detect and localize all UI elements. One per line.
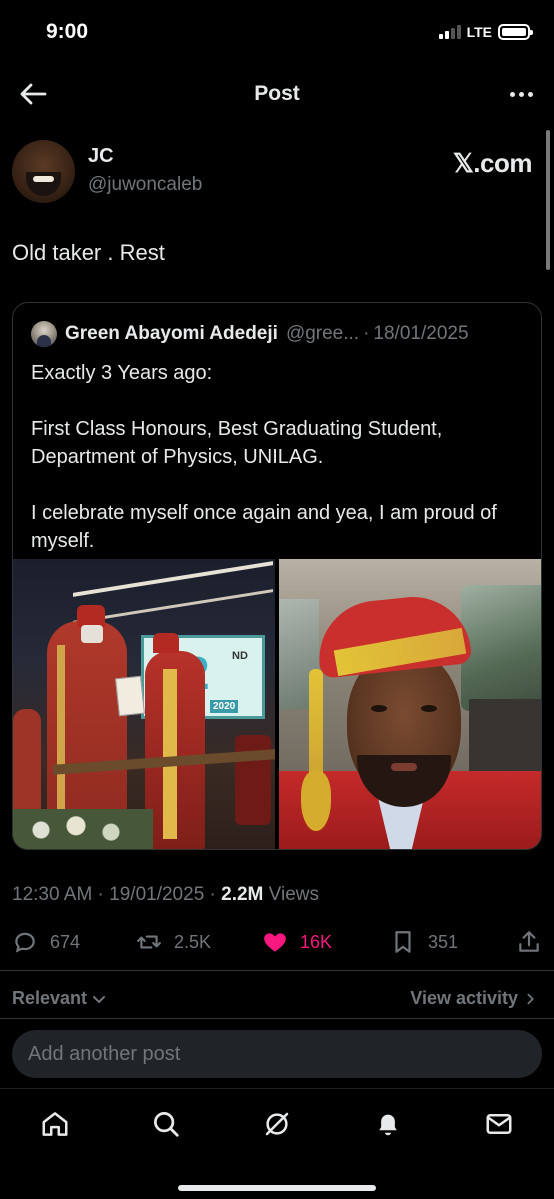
views-label: Views — [263, 884, 320, 905]
battery-icon — [498, 24, 533, 40]
reply-count: 674 — [50, 931, 81, 952]
nav-home[interactable] — [38, 1107, 72, 1141]
author-avatar[interactable] — [12, 140, 75, 203]
share-button[interactable] — [516, 926, 542, 958]
author-handle[interactable]: @juwoncaleb — [88, 174, 202, 196]
signal-icon — [438, 25, 461, 39]
quote-author-handle: @gree... — [285, 323, 360, 344]
network-label: LTE — [466, 24, 492, 40]
quote-paragraph: First Class Honours, Best Graduating Stu… — [31, 418, 443, 468]
post-timestamp: 12:30 AM · 19/01/2025 · — [12, 884, 222, 905]
author-name[interactable]: JC — [88, 145, 114, 168]
quote-avatar — [31, 321, 57, 347]
like-button[interactable]: 16K — [262, 926, 332, 958]
heart-icon — [264, 933, 286, 952]
view-activity-link[interactable]: View activity — [410, 988, 538, 1009]
bookmark-button[interactable]: 351 — [390, 926, 458, 958]
page-title: Post — [254, 82, 300, 105]
banner-year: 2020 — [210, 700, 239, 713]
more-icon[interactable] — [506, 80, 536, 108]
quote-paragraph: Exactly 3 Years ago: — [31, 362, 213, 384]
nav-search[interactable] — [149, 1107, 183, 1141]
chevron-right-icon — [527, 993, 534, 1004]
back-arrow-icon[interactable] — [18, 80, 48, 108]
status-indicators: LTE — [438, 24, 533, 40]
divider — [0, 1018, 554, 1019]
home-icon — [42, 1112, 68, 1136]
reply-input[interactable]: Add another post — [12, 1030, 542, 1078]
quote-text: Exactly 3 Years ago: First Class Honours… — [31, 359, 527, 555]
bookmark-count: 351 — [428, 931, 459, 952]
views-count: 2.2M — [221, 884, 264, 905]
post-text: Old taker . Rest — [12, 240, 165, 265]
nav-notifications[interactable] — [371, 1107, 405, 1141]
action-bar: 674 2.5K 16K 351 — [12, 926, 542, 958]
messages-icon — [486, 1114, 512, 1134]
banner-suffix: ND — [232, 650, 248, 662]
post-detail: JC @juwoncaleb 𝕏.com Old taker . Rest Gr… — [0, 122, 554, 1088]
sort-dropdown[interactable]: Relevant — [12, 988, 107, 1009]
home-indicator[interactable] — [178, 1185, 376, 1191]
share-icon — [519, 931, 539, 952]
status-time: 9:00 — [46, 20, 89, 43]
view-activity-label: View activity — [410, 988, 518, 1008]
convocation-photo[interactable]: 2 ND 2020 — [13, 559, 275, 849]
reply-button[interactable]: 674 — [12, 926, 80, 958]
top-bar: Post — [0, 66, 554, 122]
grok-icon — [265, 1112, 289, 1136]
bookmark-icon — [395, 931, 411, 953]
post-author: JC @juwoncaleb 𝕏.com — [12, 140, 538, 206]
nav-grok[interactable] — [260, 1107, 294, 1141]
quote-header: Green Abayomi Adedeji @gree... · 18/01/2… — [31, 319, 529, 349]
divider — [0, 970, 554, 971]
scrollbar[interactable] — [546, 130, 550, 270]
post-meta: 12:30 AM · 19/01/2025 · 2.2M Views — [12, 884, 319, 906]
reply-placeholder: Add another post — [28, 1042, 181, 1065]
search-icon — [154, 1112, 179, 1137]
quote-date: 18/01/2025 — [373, 323, 469, 344]
quote-media: 2 ND 2020 — [13, 559, 541, 849]
x-watermark: 𝕏.com — [452, 148, 533, 178]
quote-separator: · — [363, 323, 370, 344]
quoted-post[interactable]: Green Abayomi Adedeji @gree... · 18/01/2… — [12, 302, 542, 850]
quote-author-name: Green Abayomi Adedeji — [65, 323, 278, 344]
bottom-nav — [0, 1088, 554, 1199]
repost-button[interactable]: 2.5K — [136, 926, 211, 958]
status-bar: 9:00 LTE — [0, 0, 554, 66]
reply-icon — [15, 932, 35, 953]
notifications-icon — [379, 1114, 397, 1136]
repost-count: 2.5K — [174, 931, 212, 952]
sort-label: Relevant — [12, 988, 88, 1008]
selfie-photo[interactable] — [279, 559, 541, 849]
repost-icon — [137, 935, 161, 949]
like-count: 16K — [300, 931, 333, 952]
nav-messages[interactable] — [482, 1107, 516, 1141]
chevron-down-icon — [93, 995, 106, 1003]
quote-paragraph: I celebrate myself once again and yea, I… — [31, 502, 497, 552]
